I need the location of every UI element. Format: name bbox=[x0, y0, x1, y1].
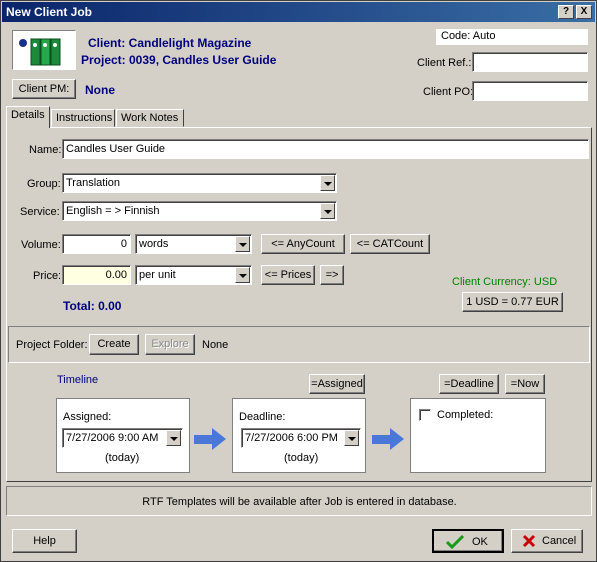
price-label: Price: bbox=[33, 270, 62, 282]
client-name-label: Client: Candlelight Magazine bbox=[88, 36, 252, 50]
group-select[interactable]: Translation bbox=[62, 173, 337, 193]
window-title: New Client Job bbox=[6, 5, 93, 19]
set-deadline-button[interactable]: =Deadline bbox=[439, 374, 499, 394]
question-icon: ? bbox=[562, 6, 570, 17]
volume-unit-value: words bbox=[139, 238, 169, 250]
group-label: Group: bbox=[27, 178, 61, 190]
ok-button[interactable]: OK bbox=[432, 529, 504, 553]
cancel-x-icon bbox=[522, 534, 536, 548]
service-value: English = > Finnish bbox=[66, 205, 160, 217]
client-currency-label: Client Currency: USD bbox=[452, 276, 558, 288]
price-unit-select[interactable]: per unit bbox=[135, 265, 252, 285]
project-name-label: Project: 0039, Candles User Guide bbox=[81, 53, 277, 67]
copy-price-button[interactable]: => bbox=[320, 265, 344, 285]
deadline-label: Deadline: bbox=[239, 411, 286, 423]
rtf-notice-text: RTF Templates will be available after Jo… bbox=[142, 496, 457, 508]
catcount-label: <= CATCount bbox=[356, 238, 424, 250]
deadline-note: (today) bbox=[284, 452, 319, 464]
arrow-right-icon bbox=[372, 428, 406, 450]
name-label: Name: bbox=[29, 144, 62, 156]
volume-unit-select[interactable]: words bbox=[135, 234, 252, 254]
tab-details[interactable]: Details bbox=[6, 106, 50, 128]
chevron-down-icon[interactable] bbox=[320, 203, 335, 219]
cancel-label: Cancel bbox=[542, 535, 577, 547]
exchange-rate-button[interactable]: 1 USD = 0.77 EUR bbox=[462, 292, 563, 312]
assigned-value: 7/27/2006 9:00 AM bbox=[66, 432, 159, 444]
client-pm-button[interactable]: Client PM: bbox=[12, 79, 76, 99]
job-logo-icon bbox=[12, 30, 76, 70]
tab-work-notes[interactable]: Work Notes bbox=[116, 109, 184, 127]
client-ref-input[interactable] bbox=[472, 52, 588, 72]
deadline-datetime-picker[interactable]: 7/27/2006 6:00 PM bbox=[241, 428, 361, 448]
service-label: Service: bbox=[20, 206, 60, 218]
checkmark-icon bbox=[446, 535, 464, 549]
cancel-button[interactable]: Cancel bbox=[511, 529, 583, 553]
chevron-down-icon[interactable] bbox=[320, 175, 335, 191]
project-folder-label: Project Folder: bbox=[16, 339, 88, 351]
catcount-button[interactable]: <= CATCount bbox=[350, 234, 430, 254]
assigned-label: Assigned: bbox=[63, 411, 112, 423]
name-input[interactable]: Candles User Guide bbox=[62, 139, 589, 159]
assigned-datetime-picker[interactable]: 7/27/2006 9:00 AM bbox=[62, 428, 183, 448]
anycount-label: <= AnyCount bbox=[271, 238, 335, 250]
chevron-down-icon[interactable] bbox=[235, 236, 250, 252]
explore-folder-button[interactable]: Explore bbox=[145, 334, 195, 355]
group-value: Translation bbox=[66, 177, 121, 189]
code-display: Code: Auto bbox=[436, 29, 588, 45]
volume-input[interactable]: 0 bbox=[62, 234, 131, 254]
title-bar: New Client Job ? X bbox=[2, 2, 595, 22]
total-label: Total: 0.00 bbox=[63, 299, 122, 313]
timeline-label: Timeline bbox=[57, 374, 99, 386]
set-now-button[interactable]: =Now bbox=[505, 374, 545, 394]
client-pm-value: None bbox=[85, 83, 115, 97]
help-button[interactable]: Help bbox=[12, 529, 77, 553]
client-ref-label: Client Ref.: bbox=[417, 57, 472, 69]
assigned-note: (today) bbox=[105, 452, 140, 464]
client-po-label: Client PO: bbox=[423, 86, 474, 98]
anycount-button[interactable]: <= AnyCount bbox=[261, 234, 345, 254]
new-client-job-dialog: New Client Job ? X Client: Candlelight M… bbox=[0, 0, 597, 562]
close-title-button[interactable]: X bbox=[576, 5, 592, 19]
prices-button[interactable]: <= Prices bbox=[261, 265, 315, 285]
create-folder-button[interactable]: Create bbox=[89, 334, 139, 355]
ok-label: OK bbox=[472, 536, 488, 548]
volume-label: Volume: bbox=[21, 239, 61, 251]
completed-label: Completed: bbox=[437, 409, 494, 421]
tab-instructions[interactable]: Instructions bbox=[51, 109, 115, 127]
close-icon: X bbox=[580, 6, 588, 17]
code-label: Code: Auto bbox=[441, 30, 496, 42]
arrow-right-icon bbox=[194, 428, 228, 450]
help-title-button[interactable]: ? bbox=[558, 5, 574, 19]
set-assigned-button[interactable]: =Assigned bbox=[309, 374, 365, 394]
deadline-value: 7/27/2006 6:00 PM bbox=[245, 432, 338, 444]
chevron-down-icon[interactable] bbox=[166, 430, 181, 446]
price-unit-value: per unit bbox=[139, 269, 176, 281]
chevron-down-icon[interactable] bbox=[235, 267, 250, 283]
completed-checkbox[interactable] bbox=[419, 409, 431, 421]
client-po-input[interactable] bbox=[472, 81, 588, 101]
service-select[interactable]: English = > Finnish bbox=[62, 201, 337, 221]
project-folder-value: None bbox=[202, 339, 229, 351]
price-input[interactable]: 0.00 bbox=[62, 265, 131, 285]
chevron-down-icon[interactable] bbox=[344, 430, 359, 446]
